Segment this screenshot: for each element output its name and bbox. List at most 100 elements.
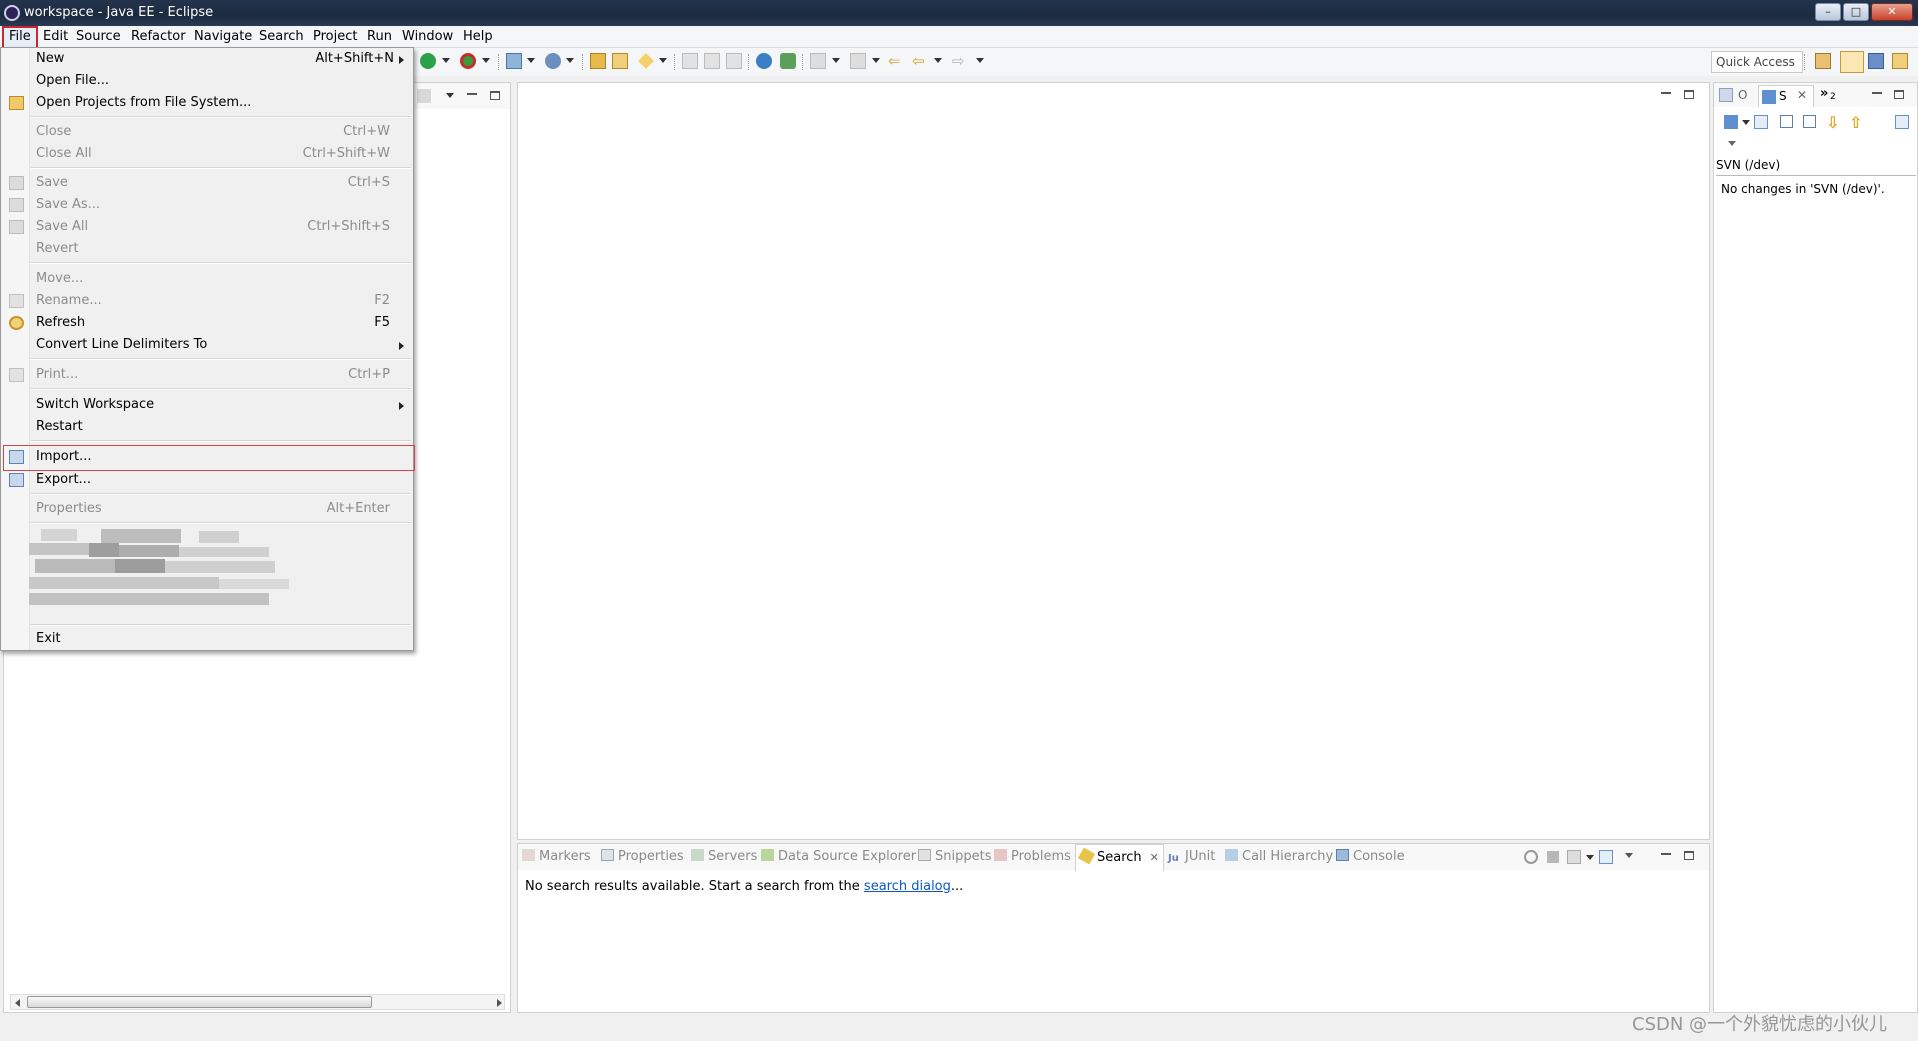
svn-minimize-icon[interactable] (1872, 89, 1882, 94)
tab-snippets[interactable]: Snippets (918, 844, 991, 870)
close-window-button[interactable]: ✕ (1871, 3, 1913, 21)
prev-annotation-dropdown-icon[interactable] (872, 58, 880, 63)
tab-problems[interactable]: Problems (994, 844, 1071, 870)
editor-maximize-icon[interactable] (1684, 90, 1694, 99)
task-dropdown-icon[interactable] (659, 58, 667, 63)
open-resource-icon[interactable] (612, 53, 628, 69)
pin-search-icon[interactable] (1599, 850, 1613, 864)
svn-perspective-icon[interactable] (1868, 53, 1884, 69)
open-in-compare-icon[interactable] (1895, 115, 1909, 129)
server-dropdown-icon[interactable] (527, 58, 535, 63)
close-tab-icon[interactable]: ✕ (1797, 88, 1807, 102)
menu-item-open-file[interactable]: Open File... (2, 70, 412, 92)
menu-item-convert-line-delimiters[interactable]: Convert Line Delimiters To (2, 334, 412, 356)
menu-item-switch-workspace[interactable]: Switch Workspace (2, 394, 412, 416)
web-dropdown-icon[interactable] (566, 58, 574, 63)
more-tabs-icon[interactable]: » (1820, 86, 1828, 101)
cancel-search-icon[interactable] (1547, 851, 1559, 863)
tab-console[interactable]: Console (1336, 844, 1405, 870)
scroll-right-icon[interactable] (497, 999, 502, 1007)
new-web-icon[interactable] (545, 53, 561, 69)
bottom-minimize-icon[interactable] (1661, 850, 1671, 855)
prev-annotation-icon[interactable] (850, 53, 866, 69)
menu-item-new[interactable]: New Alt+Shift+N (2, 48, 412, 70)
menu-source[interactable]: Source (71, 26, 126, 48)
synchronize-tb-icon[interactable] (1724, 115, 1738, 129)
menu-refactor[interactable]: Refactor (126, 26, 191, 48)
menu-item-export[interactable]: Export... (2, 469, 412, 491)
view-menu-bottom-icon[interactable] (1625, 853, 1633, 858)
expand-all-icon[interactable] (1780, 115, 1793, 128)
svn-maximize-icon[interactable] (1894, 90, 1904, 99)
view-menu-icon[interactable] (417, 89, 431, 103)
view-menu-dropdown-icon[interactable] (1728, 141, 1736, 146)
pin-icon[interactable] (1754, 115, 1768, 129)
tab-call-hierarchy[interactable]: Call Hierarchy (1225, 844, 1333, 870)
previous-change-icon[interactable]: ⇧ (1849, 113, 1862, 132)
menu-item-open-projects[interactable]: Open Projects from File System... (2, 92, 412, 114)
last-edit-icon[interactable]: ⇐ (888, 53, 904, 69)
tab-markers[interactable]: Markers (522, 844, 591, 870)
menu-item-restart[interactable]: Restart (2, 416, 412, 438)
view-dropdown-icon[interactable] (446, 93, 454, 98)
menu-item-import[interactable]: Import... (3, 445, 415, 471)
menu-edit[interactable]: Edit (38, 26, 73, 48)
open-type-icon[interactable] (590, 53, 606, 69)
tab-synchronize[interactable]: S ✕ (1758, 85, 1814, 107)
bottom-maximize-icon[interactable] (1684, 851, 1694, 860)
open-task-icon[interactable] (638, 53, 654, 69)
menu-search[interactable]: Search (254, 26, 309, 48)
minimize-window-button[interactable]: – (1815, 3, 1841, 21)
quick-access-input[interactable]: Quick Access (1711, 51, 1803, 73)
new-server-icon[interactable] (506, 53, 522, 69)
forward-dropdown-icon[interactable] (976, 58, 984, 63)
toggle-mark-icon[interactable] (682, 53, 698, 69)
menu-project[interactable]: Project (308, 26, 362, 48)
back-icon[interactable]: ⇦ (912, 53, 928, 69)
editor-minimize-icon[interactable] (1661, 89, 1671, 94)
scroll-left-icon[interactable] (15, 999, 20, 1007)
globe-icon[interactable] (756, 53, 772, 69)
menu-run[interactable]: Run (362, 26, 397, 48)
tab-data-source-explorer[interactable]: Data Source Explorer (761, 844, 916, 870)
java-ee-perspective-icon[interactable] (1840, 51, 1864, 73)
next-annotation-dropdown-icon[interactable] (832, 58, 840, 63)
menu-item-exit[interactable]: Exit (2, 628, 412, 650)
synchronize-dropdown-icon[interactable] (1742, 120, 1750, 125)
maximize-window-button[interactable]: □ (1843, 3, 1869, 21)
close-search-tab-icon[interactable]: ✕ (1150, 851, 1159, 864)
horizontal-scrollbar[interactable] (10, 994, 505, 1010)
menu-item-refresh[interactable]: Refresh F5 (2, 312, 412, 334)
previous-searches-dropdown-icon[interactable] (1586, 855, 1594, 860)
external-dropdown-icon[interactable] (482, 58, 490, 63)
run-external-icon[interactable] (460, 53, 476, 69)
tab-outline[interactable]: O (1738, 88, 1747, 102)
search-tb-icon[interactable] (780, 53, 796, 69)
menu-help[interactable]: Help (458, 26, 498, 48)
next-change-icon[interactable]: ⇩ (1826, 113, 1839, 132)
collapse-all-icon[interactable] (1803, 115, 1816, 128)
open-perspective-icon[interactable] (1815, 53, 1831, 69)
tab-search[interactable]: Search ✕ (1075, 844, 1164, 871)
menu-navigate[interactable]: Navigate (189, 26, 257, 48)
maximize-icon[interactable] (490, 91, 500, 100)
tab-properties[interactable]: Properties (601, 844, 684, 870)
scrollbar-thumb[interactable] (27, 996, 372, 1008)
editor-area[interactable] (517, 82, 1710, 840)
menu-window[interactable]: Window (397, 26, 458, 48)
toggle-block-icon[interactable] (704, 53, 720, 69)
outline-icon[interactable] (1719, 88, 1733, 102)
previous-searches-icon[interactable] (1567, 850, 1581, 864)
show-whitespace-icon[interactable] (726, 53, 742, 69)
tab-servers[interactable]: Servers (691, 844, 757, 870)
refresh-search-icon[interactable] (1524, 850, 1538, 864)
next-annotation-icon[interactable] (810, 53, 826, 69)
debug-perspective-icon[interactable] (1892, 53, 1908, 69)
search-dialog-link[interactable]: search dialog (864, 879, 951, 894)
run-dropdown-icon[interactable] (442, 58, 450, 63)
minimize-icon[interactable] (467, 90, 477, 95)
run-icon[interactable] (420, 53, 436, 69)
forward-icon[interactable]: ⇨ (952, 53, 968, 69)
back-dropdown-icon[interactable] (934, 58, 942, 63)
tab-junit[interactable]: Ju JUnit (1168, 844, 1215, 870)
